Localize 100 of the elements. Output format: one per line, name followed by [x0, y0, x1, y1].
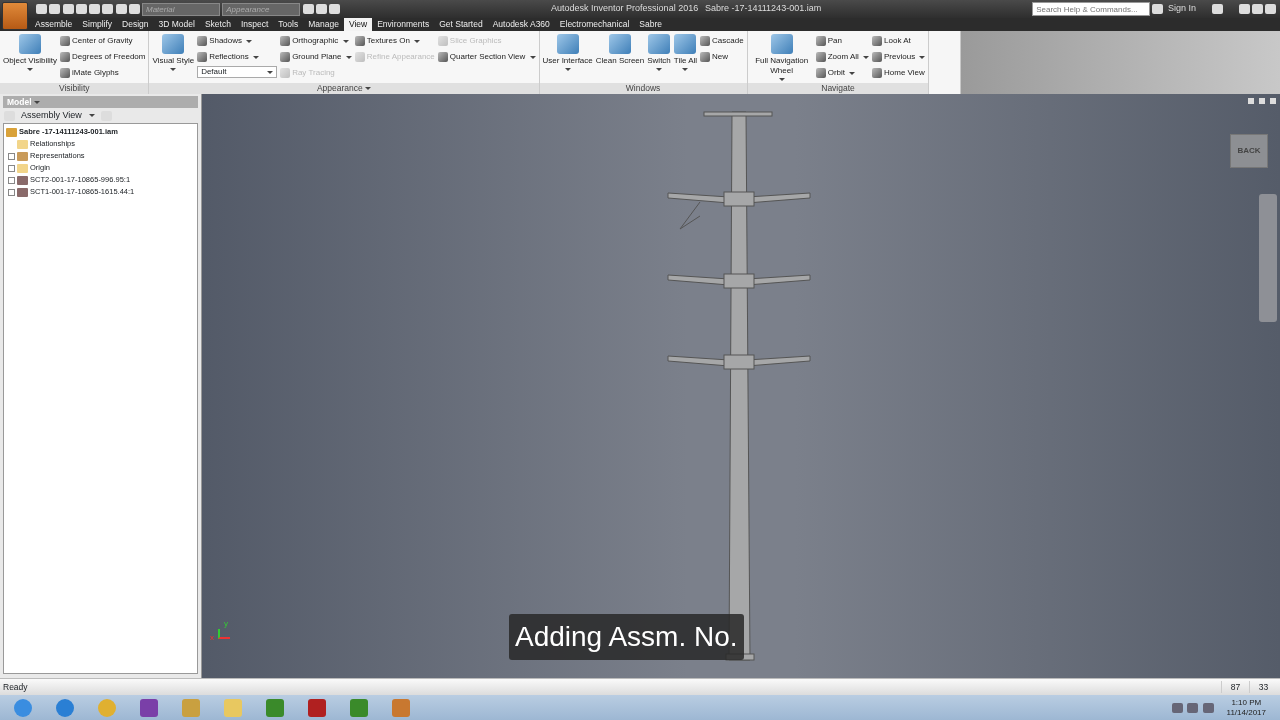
app-logo-icon[interactable]: [2, 2, 28, 30]
ribbon-button[interactable]: Switch: [647, 34, 671, 72]
status-value: 87: [1221, 680, 1249, 694]
toolbar-icon[interactable]: [75, 4, 87, 14]
ribbon-tab[interactable]: Simplify: [77, 18, 118, 31]
tool-icon: [60, 68, 71, 78]
ribbon-button[interactable]: Object Visibility: [3, 34, 58, 72]
expand-icon[interactable]: [8, 188, 15, 196]
panel-title: Visibility: [58, 83, 90, 94]
view-dropdown[interactable]: Assembly View: [21, 108, 95, 123]
ribbon-tab[interactable]: Assemble: [30, 18, 78, 31]
component-icon: [6, 127, 17, 137]
ribbon-button[interactable]: Home View: [872, 66, 926, 80]
tool-icon: [872, 68, 883, 78]
ribbon-button[interactable]: Ground Plane: [280, 50, 352, 64]
ribbon-button[interactable]: Quarter Section View: [437, 50, 536, 64]
ribbon-button[interactable]: Orthographic: [280, 34, 352, 48]
ribbon-tab[interactable]: Get Started: [434, 18, 488, 31]
expand-icon[interactable]: [8, 164, 15, 172]
ribbon-tab[interactable]: Tools: [273, 18, 304, 31]
ribbon-tab[interactable]: Electromechanical: [554, 18, 635, 31]
toolbar-icon[interactable]: [102, 4, 114, 14]
ribbon-tab[interactable]: Sabre: [634, 18, 667, 31]
ribbon-tab[interactable]: View: [343, 18, 373, 31]
ribbon-button[interactable]: Tile All: [673, 34, 698, 72]
app-icon[interactable]: [266, 698, 284, 717]
tool-icon: [700, 36, 711, 46]
tool-icon: [674, 34, 697, 54]
axis-label: y: [224, 618, 228, 630]
ribbon-button[interactable]: Pan: [815, 34, 870, 48]
tool-icon: [280, 36, 291, 46]
tool-icon: [354, 36, 365, 46]
ribbon-tab[interactable]: 3D Model: [153, 18, 200, 31]
ribbon-button[interactable]: Look At: [872, 34, 926, 48]
ribbon-tab[interactable]: Environments: [372, 18, 435, 31]
tool-icon: [19, 34, 42, 54]
tool-icon: [872, 36, 883, 46]
ribbon-button[interactable]: Visual Style: [152, 34, 195, 72]
style-dropdown[interactable]: Default: [197, 66, 278, 78]
ribbon-button[interactable]: Reflections: [197, 50, 278, 64]
expand-icon[interactable]: [8, 176, 15, 184]
ribbon-tab[interactable]: Design: [117, 18, 154, 31]
tool-icon: [437, 52, 448, 62]
clock-time: 1:10 PM: [1230, 697, 1263, 708]
toolbar-icon[interactable]: [62, 4, 74, 14]
status-text: Ready: [3, 680, 28, 694]
ribbon-button[interactable]: Cascade: [700, 34, 744, 48]
app-icon[interactable]: [392, 698, 410, 717]
tool-icon: [815, 36, 826, 46]
ribbon-tab[interactable]: Autodesk A360: [487, 18, 555, 31]
toolbar-icon[interactable]: [315, 4, 327, 14]
clock[interactable]: 1:10 PM 11/14/2017: [1226, 697, 1280, 718]
component-icon: [17, 151, 28, 161]
tool-icon: [280, 52, 291, 62]
app-icon[interactable]: [308, 698, 326, 717]
tool-icon: [648, 34, 671, 54]
toolbar-icon[interactable]: [128, 4, 140, 14]
app-icon[interactable]: [350, 698, 368, 717]
ribbon-button[interactable]: User Interface: [542, 34, 593, 72]
tool-icon: [197, 36, 208, 46]
appearance-field[interactable]: Appearance: [222, 2, 301, 16]
tool-icon: [60, 52, 71, 62]
tool-icon: [354, 52, 365, 62]
toolbar-icon[interactable]: [302, 4, 314, 14]
app-icon[interactable]: [140, 698, 158, 717]
component-icon: [17, 175, 28, 185]
ribbon-button[interactable]: Degrees of Freedom: [60, 50, 146, 64]
caret-icon[interactable]: [365, 87, 372, 90]
status-value: 33: [1249, 680, 1277, 694]
ribbon-button[interactable]: Center of Gravity: [60, 34, 146, 48]
start-button[interactable]: [14, 698, 32, 717]
component-icon: [17, 187, 28, 197]
tool-icon: [700, 52, 711, 62]
search-field[interactable]: Search Help & Commands...: [1032, 2, 1151, 16]
ribbon-tab[interactable]: Manage: [303, 18, 344, 31]
axis-triad-icon: [218, 629, 230, 639]
axis-label: x: [210, 632, 214, 644]
sign-in-link[interactable]: Sign In: [1167, 2, 1196, 16]
ribbon-button[interactable]: Zoom All: [815, 50, 870, 64]
tool-icon: [437, 36, 448, 46]
tool-icon: [770, 34, 793, 54]
ribbon-button[interactable]: Clean Screen: [595, 34, 645, 66]
caret-icon[interactable]: [33, 100, 40, 104]
ribbon-tab[interactable]: Inspect: [235, 18, 274, 31]
ribbon-button[interactable]: New: [700, 50, 744, 64]
ribbon-button[interactable]: Textures On: [354, 34, 435, 48]
ribbon-button[interactable]: Previous: [872, 50, 926, 64]
toolbar-icon[interactable]: [115, 4, 127, 14]
ribbon-button[interactable]: Shadows: [197, 34, 278, 48]
ribbon-button[interactable]: iMate Glyphs: [60, 66, 146, 80]
tool-icon: [872, 52, 883, 62]
clock-date: 11/14/2017: [1226, 707, 1266, 718]
tool-icon: [815, 68, 826, 78]
toolbar-icon[interactable]: [49, 4, 61, 14]
panel-title: Windows: [625, 83, 661, 94]
document-title: Sabre -17-14111243-001.iam: [704, 2, 822, 16]
ribbon-button[interactable]: Orbit: [815, 66, 870, 80]
caption-text: Adding Assm. No.: [509, 614, 744, 660]
expand-icon[interactable]: [8, 152, 15, 160]
ribbon-tab[interactable]: Sketch: [199, 18, 236, 31]
